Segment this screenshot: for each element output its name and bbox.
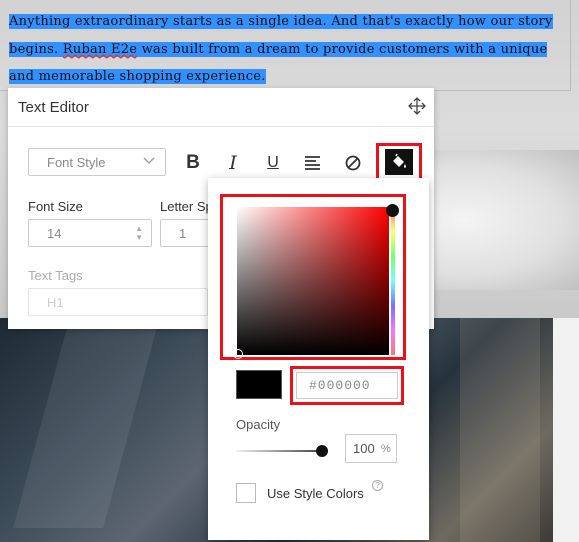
editor-title: Text Editor	[18, 99, 89, 116]
opacity-slider-thumb[interactable]	[316, 445, 328, 457]
opacity-label: Opacity	[236, 417, 281, 432]
photo-detail	[13, 328, 157, 528]
no-format-icon	[345, 155, 361, 171]
use-style-colors-label: Use Style Colors	[267, 486, 364, 501]
italic-button[interactable]: I	[220, 150, 246, 176]
opacity-input[interactable]: 100 %	[345, 434, 397, 463]
saturation-value-field[interactable]	[237, 207, 389, 355]
text-color-button[interactable]	[376, 143, 422, 181]
font-size-value: 14	[47, 226, 62, 241]
hex-color-input[interactable]: #000000	[296, 372, 398, 399]
stepper-arrows-icon[interactable]: ▲ ▼	[135, 224, 143, 242]
align-button[interactable]	[300, 150, 326, 176]
align-left-icon	[305, 156, 320, 170]
hue-slider[interactable]	[391, 207, 395, 355]
color-field-handle[interactable]	[233, 349, 243, 359]
underline-button[interactable]: U	[260, 150, 286, 176]
font-size-label: Font Size	[28, 199, 83, 214]
photo-detail	[460, 318, 540, 542]
bold-button[interactable]: B	[180, 150, 206, 176]
text-line-2-end: was built from a dream to provide custom…	[141, 41, 548, 57]
clear-format-button[interactable]	[340, 150, 366, 176]
color-picker-popup: #000000 Opacity 100 % Use Style Colors ?	[208, 178, 429, 540]
text-line-3: and memorable shopping experience.	[9, 69, 266, 84]
font-style-placeholder: Font Style	[47, 155, 106, 170]
opacity-value: 100	[353, 441, 375, 456]
chevron-down-icon	[143, 157, 155, 164]
text-line-2-start: begins.	[9, 41, 59, 57]
move-icon[interactable]	[408, 97, 426, 115]
letter-spacing-label: Letter Sp	[160, 199, 213, 214]
text-line-1: Anything extraordinary starts as a singl…	[9, 14, 553, 29]
selected-paragraph[interactable]: Anything extraordinary starts as a singl…	[0, 8, 579, 91]
page-edge	[553, 318, 579, 542]
paint-bucket-icon	[393, 153, 406, 168]
help-icon[interactable]: ?	[372, 480, 383, 491]
editor-header: Text Editor	[8, 88, 434, 127]
selected-color-swatch	[236, 370, 282, 399]
letter-spacing-value: 1	[179, 226, 187, 241]
color-field-highlight	[220, 194, 406, 360]
text-tags-select[interactable]: H1	[28, 288, 208, 316]
use-style-colors-checkbox[interactable]	[236, 483, 256, 503]
hex-input-highlight: #000000	[290, 366, 404, 405]
hue-slider-handle[interactable]	[386, 204, 399, 217]
opacity-slider-track[interactable]	[236, 450, 322, 452]
text-color-button-bg	[385, 149, 413, 175]
font-size-input[interactable]: 14 ▲ ▼	[28, 219, 152, 247]
font-style-dropdown[interactable]: Font Style	[28, 148, 166, 176]
brand-name: Ruban E2e	[62, 41, 138, 57]
opacity-unit: %	[381, 443, 391, 455]
text-tags-value: H1	[47, 295, 64, 310]
text-tags-label: Text Tags	[28, 268, 83, 283]
